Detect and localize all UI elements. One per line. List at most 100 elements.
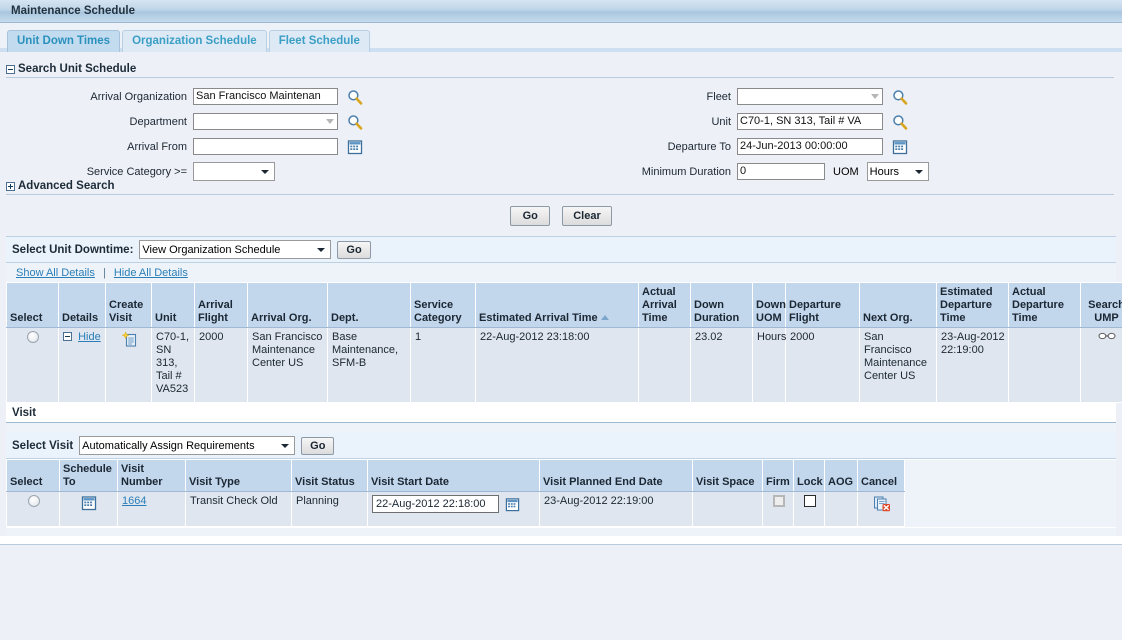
tab-label: Organization Schedule — [132, 35, 257, 47]
col-estimated-departure-time: Estimated Departure Time — [936, 282, 1009, 328]
arrival-organization-lov-icon[interactable] — [347, 89, 363, 105]
unit-lov-icon[interactable] — [892, 114, 908, 130]
departure-to-calendar-icon[interactable] — [892, 139, 908, 155]
visit-start-date-calendar-icon[interactable] — [505, 497, 520, 512]
unit-input[interactable]: C70-1, SN 313, Tail # VA — [737, 113, 883, 130]
visit-go-button[interactable]: Go — [301, 436, 335, 455]
tab-label: Unit Down Times — [17, 35, 111, 47]
tab-unit-down-times[interactable]: Unit Down Times — [7, 30, 121, 52]
col-visit-status: Visit Status — [291, 459, 368, 492]
row-unit: C70-1, SN 313, Tail # VA523 — [151, 327, 195, 403]
col-next-org: Next Org. — [859, 282, 937, 328]
visit-table-header-row: Select Schedule To Visit Number Visit Ty… — [6, 459, 1116, 492]
fleet-lov-icon[interactable] — [892, 89, 908, 105]
show-all-details-link[interactable]: Show All Details — [16, 267, 95, 279]
row-details-cell: Hide — [58, 327, 106, 403]
visit-row-number-cell: 1664 — [117, 491, 186, 527]
col-estimated-arrival-time[interactable]: Estimated Arrival Time — [475, 282, 639, 328]
col-aog: AOG — [824, 459, 858, 492]
search-go-button[interactable]: Go — [510, 206, 551, 226]
search-section-title: Search Unit Schedule — [18, 63, 137, 75]
row-estimated-departure-time: 23-Aug-2012 22:19:00 — [936, 327, 1009, 403]
col-arrival-flight: Arrival Flight — [194, 282, 248, 328]
col-visit-planned-end-date: Visit Planned End Date — [539, 459, 693, 492]
cancel-visit-icon[interactable] — [873, 495, 891, 512]
arrival-from-input[interactable] — [193, 138, 338, 155]
search-clear-button[interactable]: Clear — [562, 206, 612, 226]
select-unit-downtime-label: Select Unit Downtime: — [12, 243, 134, 256]
tab-fleet-schedule[interactable]: Fleet Schedule — [268, 30, 370, 52]
row-select-cell — [6, 327, 59, 403]
col-filler — [904, 459, 1116, 492]
visit-number-link[interactable]: 1664 — [122, 495, 146, 507]
departure-to-input[interactable]: 24-Jun-2013 00:00:00 — [737, 138, 883, 155]
row-radio[interactable] — [27, 331, 39, 343]
chevron-down-icon — [871, 93, 879, 99]
page-bottom-white — [0, 536, 1122, 544]
details-links: Show All Details | Hide All Details — [6, 263, 1116, 282]
downtime-table-header-row: Select Details Create Visit Unit Arrival… — [6, 282, 1122, 328]
hide-details-icon[interactable] — [63, 332, 72, 341]
chevron-down-icon — [317, 247, 326, 252]
fleet-input[interactable] — [737, 88, 883, 105]
field-label: Departure To — [667, 140, 731, 153]
tab-organization-schedule[interactable]: Organization Schedule — [122, 30, 267, 52]
tab-label: Fleet Schedule — [278, 35, 360, 47]
expand-icon[interactable] — [6, 181, 15, 191]
col-firm: Firm — [762, 459, 794, 492]
visit-table-footer — [6, 527, 1116, 536]
uom-select[interactable]: Hours — [866, 162, 929, 181]
visit-spacer — [6, 423, 1116, 433]
col-label: Estimated Arrival Time — [479, 312, 598, 324]
col-departure-flight: Departure Flight — [785, 282, 860, 328]
field-unit: Unit C70-1, SN 313, Tail # VA — [600, 109, 1120, 134]
page-title: Maintenance Schedule — [11, 5, 135, 17]
visit-row-status: Planning — [291, 491, 368, 527]
visit-row-type: Transit Check Old — [185, 491, 292, 527]
chevron-down-icon — [261, 169, 269, 174]
row-actual-departure-time — [1008, 327, 1081, 403]
create-visit-icon[interactable] — [121, 331, 138, 348]
field-arrival-from: Arrival From — [0, 134, 560, 159]
calendar-icon[interactable] — [81, 495, 97, 511]
hide-all-details-link[interactable]: Hide All Details — [114, 267, 188, 279]
col-visit-space: Visit Space — [692, 459, 763, 492]
sort-ascending-icon — [600, 315, 609, 320]
visit-section: Visit Select Visit Automatically Assign … — [6, 403, 1116, 536]
col-down-duration: Down Duration — [690, 282, 753, 328]
downtime-table: Select Details Create Visit Unit Arrival… — [6, 282, 1122, 403]
downtime-table-wrapper: Select Details Create Visit Unit Arrival… — [6, 282, 1122, 403]
col-visit-type: Visit Type — [185, 459, 292, 492]
department-input[interactable] — [193, 113, 338, 130]
table-row: 1664 Transit Check Old Planning 22-Aug-2… — [6, 491, 1116, 527]
visit-row-radio[interactable] — [27, 495, 40, 507]
col-service-category: Service Category — [410, 282, 476, 328]
hide-details-link[interactable]: Hide — [78, 331, 101, 343]
binoculars-icon[interactable] — [1098, 331, 1116, 341]
visit-start-date-input[interactable]: 22-Aug-2012 22:18:00 — [372, 495, 499, 513]
visit-action-select[interactable]: Automatically Assign Requirements — [79, 436, 296, 455]
visit-row-lock-cell — [793, 491, 825, 527]
arrival-organization-input[interactable]: San Francisco Maintenan — [193, 88, 338, 105]
col-cancel: Cancel — [857, 459, 905, 492]
col-actual-departure-time: Actual Departure Time — [1008, 282, 1081, 328]
col-down-uom: Down UOM — [752, 282, 786, 328]
arrival-from-calendar-icon[interactable] — [347, 139, 363, 155]
row-arrival-flight: 2000 — [194, 327, 248, 403]
select-visit-label: Select Visit — [12, 439, 74, 452]
service-category-select[interactable] — [193, 162, 275, 181]
department-lov-icon[interactable] — [347, 114, 363, 130]
col-schedule-to: Schedule To — [59, 459, 118, 492]
row-down-uom: Hours — [752, 327, 786, 403]
minimum-duration-input[interactable]: 0 — [737, 163, 825, 180]
app-page: Maintenance Schedule Unit Down Times Org… — [0, 0, 1122, 640]
lock-checkbox[interactable] — [803, 495, 816, 507]
uom-value: Hours — [869, 165, 900, 178]
collapse-icon[interactable] — [6, 64, 15, 74]
search-form: Arrival Organization San Francisco Maint… — [0, 78, 1122, 181]
uom-label: UOM — [833, 165, 859, 178]
field-service-category: Service Category >= — [0, 159, 560, 184]
unit-downtime-action-select[interactable]: View Organization Schedule — [139, 240, 332, 259]
unit-downtime-go-button[interactable]: Go — [337, 240, 371, 259]
field-fleet: Fleet — [600, 84, 1120, 109]
